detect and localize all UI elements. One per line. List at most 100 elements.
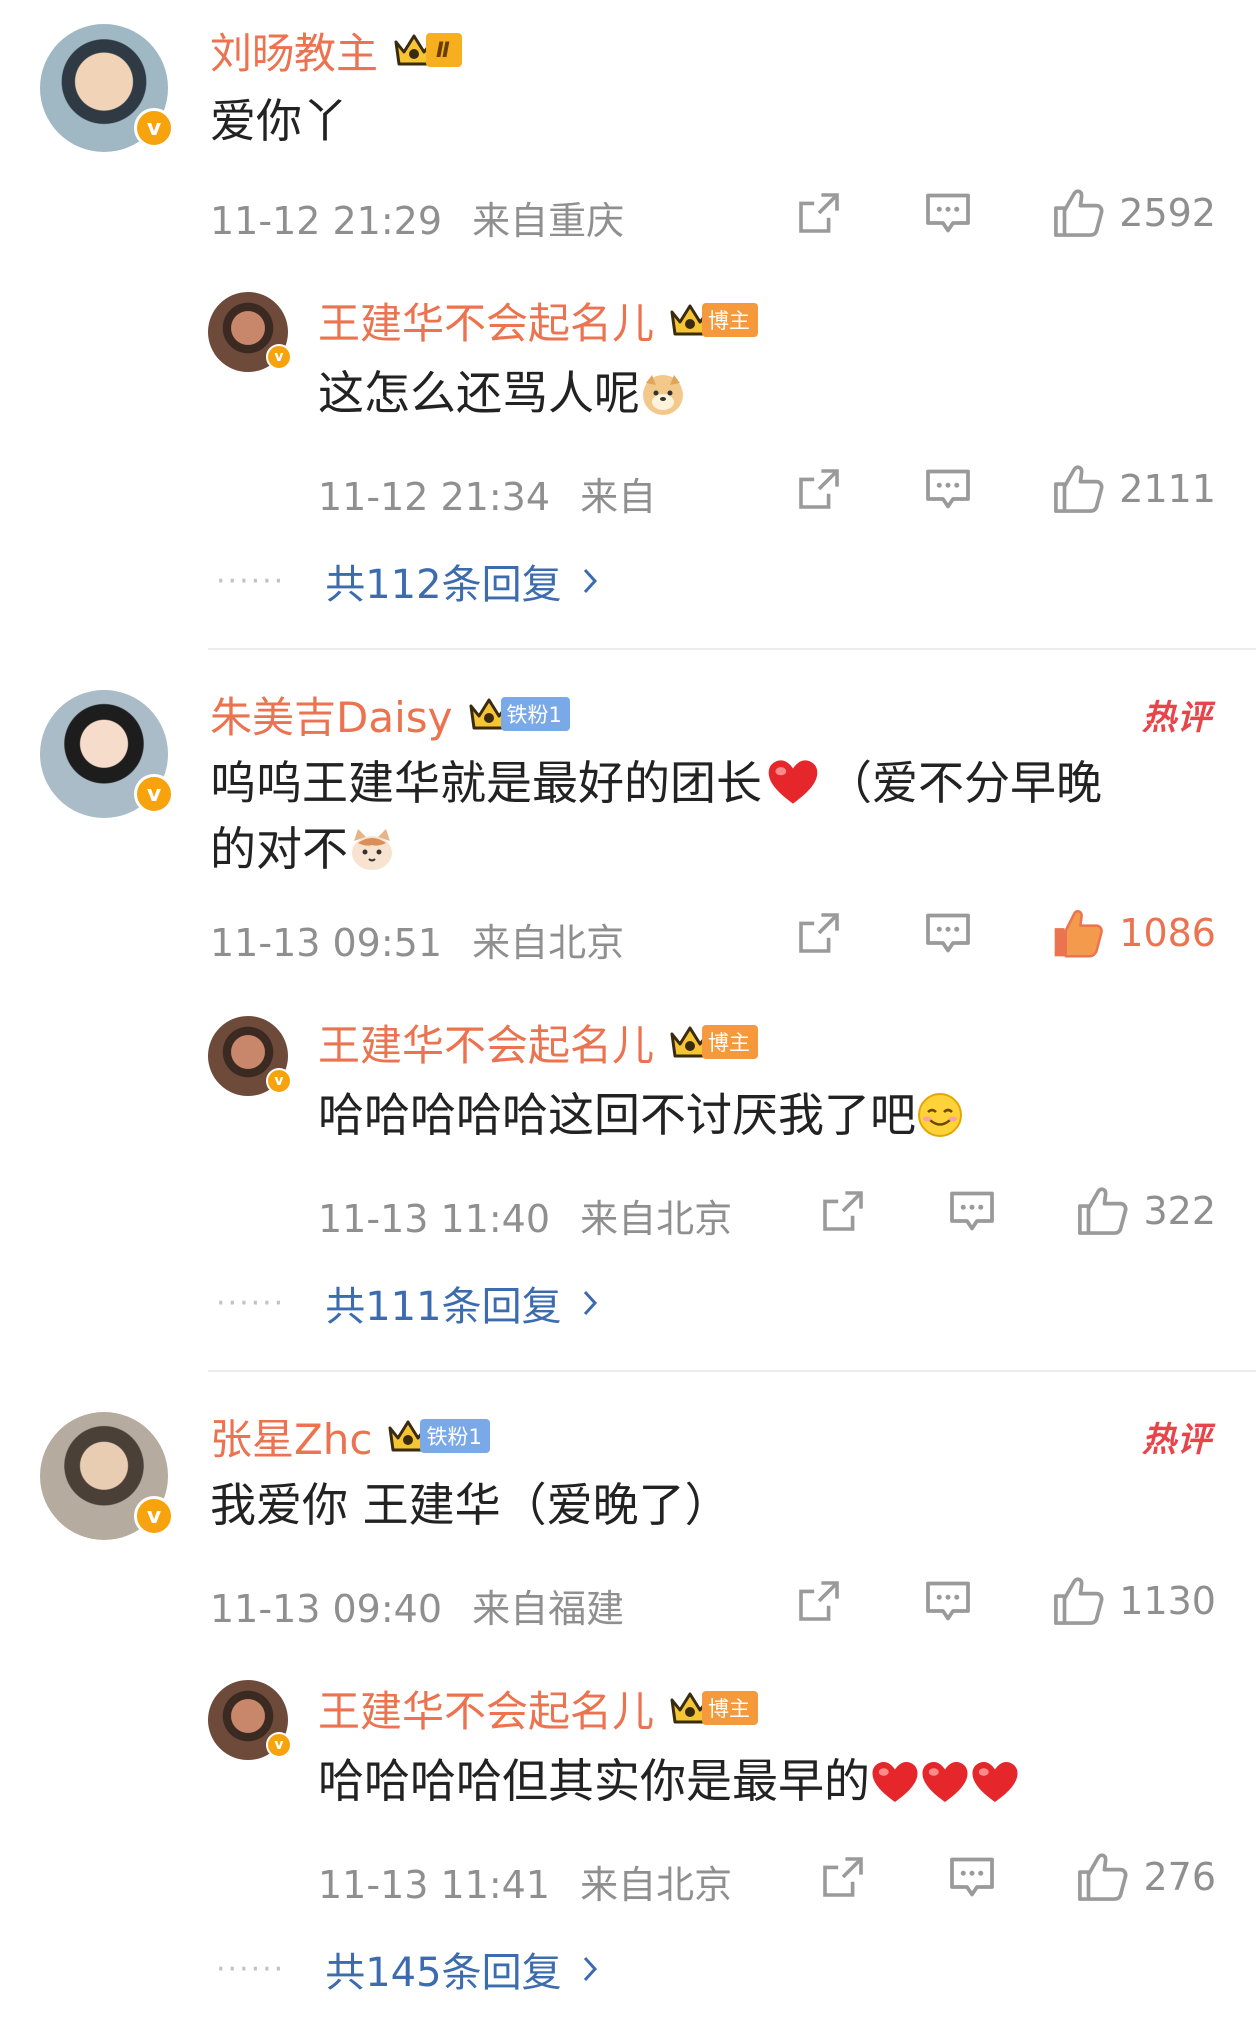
reply-text: 哈哈哈哈但其实你是最早的 — [318, 1748, 1020, 1822]
more-replies[interactable]: ······ 共145条回复 — [216, 1940, 600, 1998]
like-button[interactable]: 1086 — [1051, 906, 1216, 960]
fan-badge[interactable]: 铁粉1 — [500, 697, 570, 731]
location: 来自重庆 — [472, 199, 625, 243]
chevron-right-icon — [580, 1954, 600, 1984]
reply-username[interactable]: 王建华不会起名儿 — [318, 290, 654, 351]
divider — [208, 648, 1256, 650]
comment-text-line1b: （爱不分早晚 — [826, 756, 1102, 810]
dots-icon: ······ — [216, 563, 286, 599]
timestamp: 11-12 21:34 — [318, 475, 551, 519]
reply-header: 王建华不会起名儿 博主 — [318, 1678, 759, 1739]
chevron-right-icon — [580, 1288, 600, 1318]
comment-icon[interactable] — [923, 464, 973, 514]
like-count: 322 — [1143, 1189, 1216, 1233]
username[interactable]: 张星Zhc — [210, 1406, 372, 1467]
like-icon — [1051, 462, 1105, 516]
comment-actions: 1130 — [795, 1574, 1216, 1628]
avatar[interactable]: v — [40, 690, 174, 818]
like-icon — [1051, 1574, 1105, 1628]
comment-icon[interactable] — [923, 908, 973, 958]
avatar[interactable]: v — [40, 1412, 174, 1540]
hot-comment-badge: 热评 — [1142, 1420, 1212, 1460]
timestamp: 11-13 09:40 — [210, 1587, 443, 1631]
reply-meta: 11-13 11:40 来自北京 — [318, 1188, 732, 1243]
comment-meta: 11-12 21:29 来自重庆 — [210, 190, 624, 245]
cat-emoji — [348, 824, 396, 890]
timestamp: 11-12 21:29 — [210, 199, 443, 243]
comment-header: 张星Zhc 铁粉1 — [210, 1406, 490, 1466]
heart-emoji — [766, 757, 820, 824]
reply-text-body: 哈哈哈哈哈这回不讨厌我了吧 — [318, 1088, 916, 1142]
verified-v-icon: v — [134, 1496, 174, 1536]
reply-avatar[interactable]: v — [208, 1016, 292, 1096]
heart-emoji — [870, 1756, 920, 1822]
more-replies-link[interactable]: 共111条回复 — [325, 1274, 561, 1332]
like-button[interactable]: 2111 — [1051, 462, 1216, 516]
reply-avatar[interactable]: v — [208, 1680, 292, 1760]
location: 来自 — [580, 475, 657, 519]
location: 来自北京 — [472, 921, 625, 965]
blogger-badge[interactable]: 博主 — [702, 1025, 759, 1059]
more-replies[interactable]: ······ 共112条回复 — [216, 552, 600, 610]
reply-header: 王建华不会起名儿 博主 — [318, 1012, 759, 1073]
repost-icon[interactable] — [819, 1853, 867, 1901]
level-badge[interactable]: Ⅱ — [426, 33, 462, 67]
repost-icon[interactable] — [795, 1577, 843, 1625]
more-replies-link[interactable]: 共112条回复 — [325, 552, 561, 610]
verified-v-icon: v — [266, 344, 292, 370]
comment-header: 朱美吉Daisy 铁粉1 — [210, 684, 570, 744]
chevron-right-icon — [580, 566, 600, 596]
comment-icon[interactable] — [947, 1186, 997, 1236]
reply-text-body: 这怎么还骂人呢 — [318, 366, 640, 420]
reply-avatar[interactable]: v — [208, 292, 292, 372]
hot-comment-badge: 热评 — [1142, 698, 1212, 738]
reply-username[interactable]: 王建华不会起名儿 — [318, 1678, 654, 1739]
comment-text: 爱你丫 — [210, 94, 348, 148]
more-replies[interactable]: ······ 共111条回复 — [216, 1274, 600, 1332]
username[interactable]: 朱美吉Daisy — [210, 684, 453, 745]
like-button[interactable]: 322 — [1075, 1184, 1216, 1238]
doge-emoji — [640, 368, 686, 434]
blogger-badge[interactable]: 博主 — [702, 1691, 759, 1725]
like-button[interactable]: 276 — [1075, 1850, 1216, 1904]
like-icon — [1075, 1184, 1129, 1238]
verified-v-icon: v — [266, 1732, 292, 1758]
location: 来自北京 — [580, 1197, 733, 1241]
reply-text: 哈哈哈哈哈这回不讨厌我了吧 — [318, 1082, 964, 1156]
comment-text: 呜呜王建华就是最好的团长 （爱不分早晚 — [210, 750, 1102, 824]
repost-icon[interactable] — [795, 909, 843, 957]
reply-header: 王建华不会起名儿 博主 — [318, 290, 759, 351]
comment-text: 我爱你 王建华（爱晚了） — [210, 1478, 731, 1532]
username[interactable]: 刘旸教主 — [210, 20, 378, 81]
comment-icon[interactable] — [923, 1576, 973, 1626]
reply-username[interactable]: 王建华不会起名儿 — [318, 1012, 654, 1073]
like-button[interactable]: 1130 — [1051, 1574, 1216, 1628]
avatar[interactable]: v — [40, 24, 174, 152]
more-replies-link[interactable]: 共145条回复 — [325, 1940, 561, 1998]
repost-icon[interactable] — [795, 189, 843, 237]
smile-emoji — [916, 1090, 964, 1156]
reply-text-body: 哈哈哈哈但其实你是最早的 — [318, 1754, 870, 1808]
timestamp: 11-13 11:41 — [318, 1863, 551, 1907]
fan-badge[interactable]: 铁粉1 — [420, 1419, 490, 1453]
like-button[interactable]: 2592 — [1051, 186, 1216, 240]
repost-icon[interactable] — [795, 465, 843, 513]
reply-text: 这怎么还骂人呢 — [318, 360, 686, 434]
timestamp: 11-13 09:51 — [210, 921, 443, 965]
dots-icon: ······ — [216, 1951, 286, 1987]
comment-meta: 11-13 09:51 来自北京 — [210, 912, 624, 967]
like-count: 2592 — [1119, 191, 1216, 235]
comment-icon[interactable] — [923, 188, 973, 238]
blogger-badge[interactable]: 博主 — [702, 303, 759, 337]
reply-actions: 276 — [819, 1850, 1216, 1904]
like-icon — [1051, 906, 1105, 960]
verified-v-icon: v — [134, 108, 174, 148]
comment-text-line1: 呜呜王建华就是最好的团长 — [210, 756, 762, 810]
like-count: 1130 — [1119, 1579, 1216, 1623]
like-count: 1086 — [1119, 911, 1216, 955]
like-count: 276 — [1143, 1855, 1216, 1899]
repost-icon[interactable] — [819, 1187, 867, 1235]
heart-emoji — [970, 1756, 1020, 1822]
location: 来自北京 — [580, 1863, 733, 1907]
comment-icon[interactable] — [947, 1852, 997, 1902]
